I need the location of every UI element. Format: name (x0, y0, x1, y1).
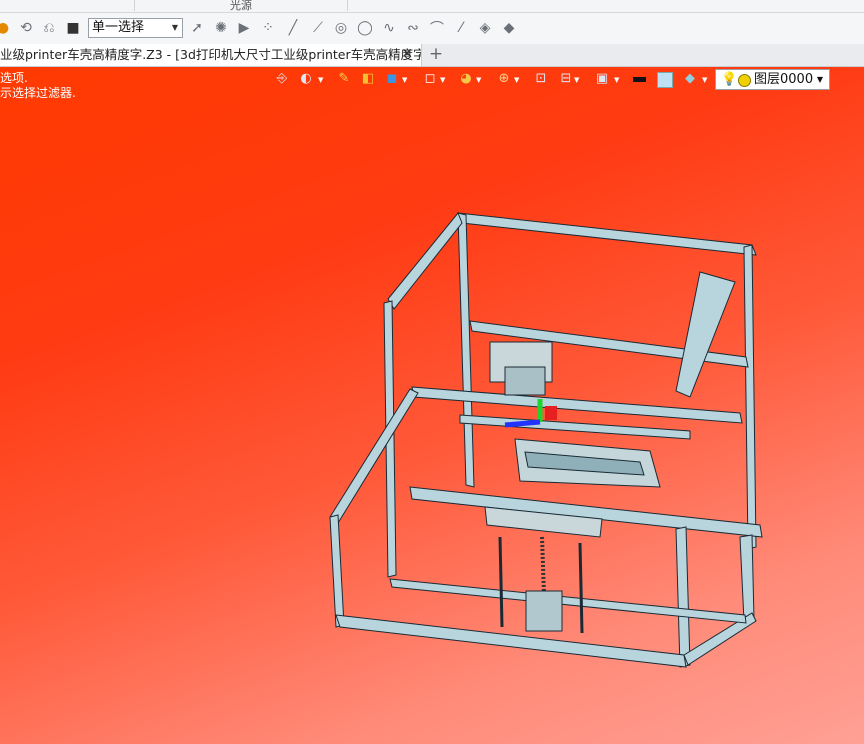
add-tab-button[interactable]: + (427, 44, 445, 66)
z-rod-left (498, 536, 504, 628)
undo-icon[interactable]: ⟲ (17, 19, 35, 37)
orbit-icon[interactable]: ● (0, 19, 12, 37)
ribbon-group-label: 光源 (134, 0, 348, 12)
extruder-block (504, 366, 546, 396)
circle-icon[interactable]: ◎ (332, 19, 350, 37)
x-axis-rail (459, 414, 691, 440)
selection-mode-select[interactable]: 单一选择 ▼ (88, 18, 183, 38)
arc-icon[interactable]: ⌒ (428, 19, 446, 37)
axis-z-arrow (545, 406, 557, 420)
frame-beam-top-back (457, 212, 757, 256)
spline-icon[interactable]: ∾ (404, 19, 422, 37)
segment-icon[interactable]: ⟋ (309, 19, 327, 37)
filter-icon[interactable]: ✺ (212, 19, 230, 37)
frame-beam-bottom-back (389, 578, 747, 624)
frame-beam-bottom-front (335, 614, 687, 668)
cursor-icon[interactable]: ➚ (188, 19, 206, 37)
frame-post-right (739, 534, 755, 622)
3d-printer-frame-model[interactable] (0, 67, 864, 744)
3d-viewport[interactable]: 选项. 示选择过滤器. ⎆ ◐ ▼ ✎ ◧ ◼ ▼ ◻ ▼ ◕ ▼ ⊕ ▼ ⊡ … (0, 67, 864, 744)
selection-mode-value: 单一选择 (92, 20, 145, 35)
frame-post-front-right (675, 526, 691, 668)
pen-icon[interactable]: ⁄ (452, 19, 470, 37)
redo-icon[interactable]: ⎌ (40, 19, 58, 37)
document-tabbar: 业级printer车壳高精度字.Z3 - [3d打印机大尺寸工业级printer… (0, 44, 864, 67)
frame-beam-lower-left (329, 388, 419, 524)
axis-x-arrow (504, 419, 541, 428)
tab-title: 业级printer车壳高精度字.Z3 - [3d打印机大尺寸工业级printer… (0, 47, 422, 62)
frame-post-front-left (329, 514, 345, 628)
frame-beam-top-left (387, 212, 463, 310)
stop-icon[interactable]: ■ (64, 19, 82, 37)
curve-icon[interactable]: ∿ (380, 19, 398, 37)
close-icon[interactable]: ✕ (401, 44, 413, 65)
frame-side-rail (675, 271, 736, 398)
document-tab[interactable]: 业级printer车壳高精度字.Z3 - [3d打印机大尺寸工业级printer… (0, 44, 422, 66)
z-motor (525, 590, 563, 632)
shape-icon[interactable]: ◆ (500, 19, 518, 37)
chevron-down-icon: ▼ (171, 23, 178, 32)
frame-post-back-left (457, 212, 475, 488)
ring-icon[interactable]: ◯ (356, 19, 374, 37)
z-leadscrew (540, 536, 546, 596)
points-icon[interactable]: ⁘ (259, 19, 277, 37)
z-rod-right (578, 542, 584, 634)
mesh-icon[interactable]: ◈ (476, 19, 494, 37)
play-icon[interactable]: ▶ (235, 19, 253, 37)
toolbar: ● ⟲ ⎌ ■ 单一选择 ▼ ➚ ✺ ▶ ⁘ ╱ ⟋ ◎ ◯ ∿ ∾ ⌒ ⁄ ◈… (0, 13, 864, 45)
line-icon[interactable]: ╱ (284, 19, 302, 37)
frame-post-back-right (743, 244, 757, 550)
ribbon-top: 光源 (0, 0, 864, 13)
